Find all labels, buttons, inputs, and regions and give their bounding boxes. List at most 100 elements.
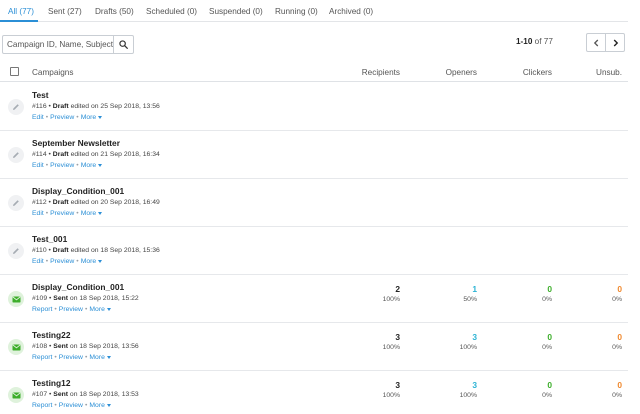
caret-down-icon xyxy=(98,163,103,167)
preview-link[interactable]: Preview xyxy=(59,402,83,409)
draft-status xyxy=(8,195,24,211)
draft-status xyxy=(8,147,24,163)
draft-status xyxy=(8,243,24,259)
table-row: Testing22 #108 • Sent on 18 Sep 2018, 13… xyxy=(0,323,628,371)
caret-down-icon xyxy=(106,307,111,311)
tab-scheduled[interactable]: Scheduled (0) xyxy=(146,7,197,16)
chevron-right-icon xyxy=(613,39,618,46)
active-tab-indicator xyxy=(0,20,38,22)
tab-sent[interactable]: Sent (27) xyxy=(48,7,82,16)
previous-page-button[interactable] xyxy=(586,33,606,52)
unsub-percent: 0% xyxy=(612,296,622,303)
campaign-id: #109 xyxy=(32,295,48,302)
campaign-meta: #108 • Sent on 18 Sep 2018, 13:56 xyxy=(32,343,139,350)
campaign-name[interactable]: Test xyxy=(32,90,49,100)
clickers-count: 0 xyxy=(547,380,552,390)
campaign-actions: Edit • Preview • More xyxy=(32,114,103,121)
unsub-percent: 0% xyxy=(612,344,622,351)
edit-link[interactable]: Edit xyxy=(32,210,44,217)
campaign-date: edited on 18 Sep 2018, 15:36 xyxy=(70,247,160,254)
more-menu-link[interactable]: More xyxy=(81,210,103,217)
pagination-range: 1-10 xyxy=(516,37,533,46)
unsub-percent: 0% xyxy=(612,392,622,399)
sent-status xyxy=(8,387,24,403)
campaign-actions: Edit • Preview • More xyxy=(32,162,103,169)
pencil-icon xyxy=(13,104,19,110)
search-input[interactable] xyxy=(3,36,113,53)
campaign-actions: Report • Preview • More xyxy=(32,402,111,409)
campaign-status: Draft xyxy=(52,103,69,110)
clickers-percent: 0% xyxy=(542,392,552,399)
envelope-icon xyxy=(12,392,20,398)
unsub-count: 0 xyxy=(617,380,622,390)
openers-count: 1 xyxy=(472,284,477,294)
caret-down-icon xyxy=(98,211,103,215)
edit-link[interactable]: Edit xyxy=(32,162,44,169)
preview-link[interactable]: Preview xyxy=(50,162,74,169)
more-menu-link[interactable]: More xyxy=(89,354,111,361)
campaign-name[interactable]: September Newsletter xyxy=(32,138,120,148)
report-link[interactable]: Report xyxy=(32,354,52,361)
campaign-date: on 18 Sep 2018, 13:53 xyxy=(69,391,139,398)
campaign-id: #108 xyxy=(32,343,48,350)
campaign-status: Sent xyxy=(53,343,69,350)
more-menu-link[interactable]: More xyxy=(81,114,103,121)
tab-drafts[interactable]: Drafts (50) xyxy=(95,7,134,16)
more-menu-link[interactable]: More xyxy=(81,258,103,265)
campaign-date: on 18 Sep 2018, 15:22 xyxy=(69,295,139,302)
openers-percent: 50% xyxy=(463,296,477,303)
campaign-meta: #109 • Sent on 18 Sep 2018, 15:22 xyxy=(32,295,139,302)
edit-link[interactable]: Edit xyxy=(32,114,44,121)
clickers-count: 0 xyxy=(547,284,552,294)
tab-suspended[interactable]: Suspended (0) xyxy=(209,7,263,16)
campaign-id: #107 xyxy=(32,391,48,398)
preview-link[interactable]: Preview xyxy=(59,354,83,361)
sent-status xyxy=(8,291,24,307)
pagination-summary: 1-10 of 77 xyxy=(516,37,553,46)
campaign-actions: Edit • Preview • More xyxy=(32,210,103,217)
more-menu-link[interactable]: More xyxy=(89,306,111,313)
preview-link[interactable]: Preview xyxy=(59,306,83,313)
campaign-name[interactable]: Display_Condition_001 xyxy=(32,186,124,196)
column-header-openers: Openers xyxy=(445,68,477,77)
openers-count: 3 xyxy=(472,380,477,390)
campaign-meta: #107 • Sent on 18 Sep 2018, 13:53 xyxy=(32,391,139,398)
clickers-percent: 0% xyxy=(542,344,552,351)
campaign-meta: #116 • Draft edited on 25 Sep 2018, 13:5… xyxy=(32,103,160,110)
openers-percent: 100% xyxy=(459,344,477,351)
campaign-status: Draft xyxy=(52,151,69,158)
campaign-name[interactable]: Testing12 xyxy=(32,378,70,388)
more-menu-link[interactable]: More xyxy=(89,402,111,409)
column-header-clickers: Clickers xyxy=(522,68,552,77)
envelope-icon xyxy=(12,344,20,350)
caret-down-icon xyxy=(98,259,103,263)
tab-archived[interactable]: Archived (0) xyxy=(329,7,373,16)
report-link[interactable]: Report xyxy=(32,402,52,409)
campaign-id: #116 xyxy=(32,103,47,110)
next-page-button[interactable] xyxy=(605,33,625,52)
openers-percent: 100% xyxy=(459,392,477,399)
search-button[interactable] xyxy=(113,36,133,53)
campaign-actions: Edit • Preview • More xyxy=(32,258,103,265)
tab-running[interactable]: Running (0) xyxy=(275,7,318,16)
campaign-id: #110 xyxy=(32,247,47,254)
report-link[interactable]: Report xyxy=(32,306,52,313)
table-row: September Newsletter #114 • Draft edited… xyxy=(0,131,628,179)
campaign-name[interactable]: Testing22 xyxy=(32,330,70,340)
campaign-date: edited on 20 Sep 2018, 16:49 xyxy=(70,199,160,206)
tab-all[interactable]: All (77) xyxy=(8,7,34,16)
campaign-status: Draft xyxy=(52,199,69,206)
caret-down-icon xyxy=(98,115,103,119)
preview-link[interactable]: Preview xyxy=(50,210,74,217)
more-menu-link[interactable]: More xyxy=(81,162,103,169)
campaign-name[interactable]: Display_Condition_001 xyxy=(32,282,124,292)
campaign-actions: Report • Preview • More xyxy=(32,354,111,361)
campaign-id: #114 xyxy=(32,151,47,158)
recipients-count: 2 xyxy=(395,284,400,294)
campaign-status: Sent xyxy=(53,295,69,302)
edit-link[interactable]: Edit xyxy=(32,258,44,265)
campaign-name[interactable]: Test_001 xyxy=(32,234,67,244)
preview-link[interactable]: Preview xyxy=(50,114,74,121)
preview-link[interactable]: Preview xyxy=(50,258,74,265)
select-all-checkbox[interactable] xyxy=(10,67,19,76)
